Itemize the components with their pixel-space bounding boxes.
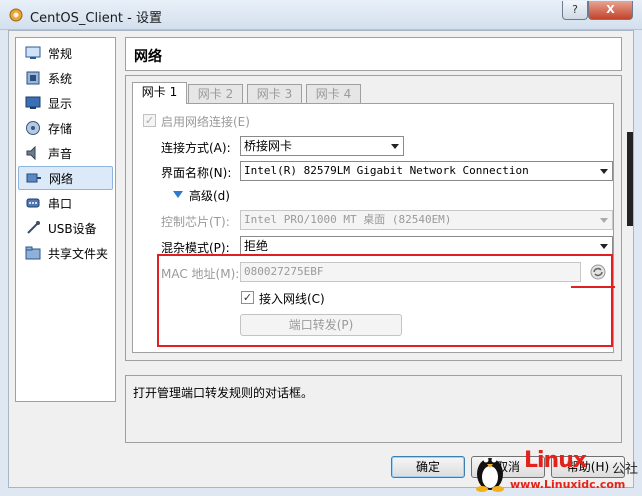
network-panel: 网卡 1 网卡 2 网卡 3 网卡 4 ✓ 启用网络连接(E) 连接方式(A):… [125, 75, 622, 361]
attached-to-select[interactable]: 桥接网卡 [240, 136, 404, 156]
adapter-name-select[interactable]: Intel(R) 82579LM Gigabit Network Connect… [240, 161, 613, 181]
title-bar: CentOS_Client - 设置 ? X [0, 0, 642, 30]
enable-adapter-label: 启用网络连接(E) [161, 115, 250, 129]
description-text: 打开管理端口转发规则的对话框。 [133, 386, 314, 400]
adapter-tab-content: ✓ 启用网络连接(E) 连接方式(A): 桥接网卡 界面名称(N): Intel… [132, 103, 614, 353]
window-title: CentOS_Client - 设置 [30, 11, 162, 26]
sidebar-item-storage[interactable]: 存储 [18, 116, 113, 140]
display-icon [24, 95, 42, 111]
chevron-down-icon [391, 144, 399, 149]
promiscuous-mode-select[interactable]: 拒绝 [240, 236, 613, 256]
chevron-down-icon [600, 169, 608, 174]
window-edge-scrollbar [627, 132, 633, 226]
attached-to-label: 连接方式(A): [161, 141, 231, 155]
highlight-pointer-line [571, 286, 615, 288]
sidebar-item-system[interactable]: 系统 [18, 66, 113, 90]
adapter-type-select[interactable]: Intel PRO/1000 MT 桌面 (82540EM) [240, 210, 613, 230]
page-title: 网络 [125, 37, 622, 71]
audio-icon [24, 145, 42, 161]
system-icon [24, 70, 42, 86]
ok-button[interactable]: 确定 [391, 456, 465, 478]
chevron-down-icon [600, 218, 608, 223]
sidebar-item-network[interactable]: 网络 [18, 166, 113, 190]
tab-adapter-3[interactable]: 网卡 3 [247, 84, 302, 104]
highlight-box [157, 254, 613, 347]
help-button[interactable]: 帮助(H) [551, 456, 625, 478]
description-box: 打开管理端口转发规则的对话框。 [125, 375, 622, 443]
dialog-body: 常规 系统 显示 存储 声音 网络 串口 USB设备 共享文件夹 网络 网卡 1… [8, 30, 634, 488]
sidebar-item-general[interactable]: 常规 [18, 41, 113, 65]
serial-port-icon [24, 195, 42, 211]
storage-icon [24, 120, 42, 136]
usb-icon [24, 220, 42, 236]
sidebar-item-serial-port[interactable]: 串口 [18, 191, 113, 215]
adapter-name-label: 界面名称(N): [161, 166, 232, 180]
sidebar-item-shared-folder[interactable]: 共享文件夹 [18, 241, 113, 265]
tab-adapter-2[interactable]: 网卡 2 [188, 84, 243, 104]
tab-adapter-1[interactable]: 网卡 1 [132, 82, 187, 104]
gear-icon [9, 8, 23, 22]
expand-triangle-icon[interactable] [173, 191, 183, 199]
enable-adapter-checkbox[interactable]: ✓ [143, 114, 156, 127]
sidebar-item-usb[interactable]: USB设备 [18, 216, 113, 240]
sidebar-item-audio[interactable]: 声音 [18, 141, 113, 165]
settings-sidebar: 常规 系统 显示 存储 声音 网络 串口 USB设备 共享文件夹 [15, 37, 116, 402]
general-icon [24, 45, 42, 61]
cancel-button[interactable]: 取消 [471, 456, 545, 478]
chevron-down-icon [600, 244, 608, 249]
adapter-type-label: 控制芯片(T): [161, 215, 230, 229]
close-button[interactable]: X [588, 1, 633, 20]
shared-folder-icon [24, 245, 42, 261]
network-icon [25, 170, 43, 186]
help-title-button[interactable]: ? [562, 1, 588, 20]
tab-adapter-4[interactable]: 网卡 4 [306, 84, 361, 104]
advanced-toggle[interactable]: 高级(d) [189, 187, 230, 204]
sidebar-item-display[interactable]: 显示 [18, 91, 113, 115]
